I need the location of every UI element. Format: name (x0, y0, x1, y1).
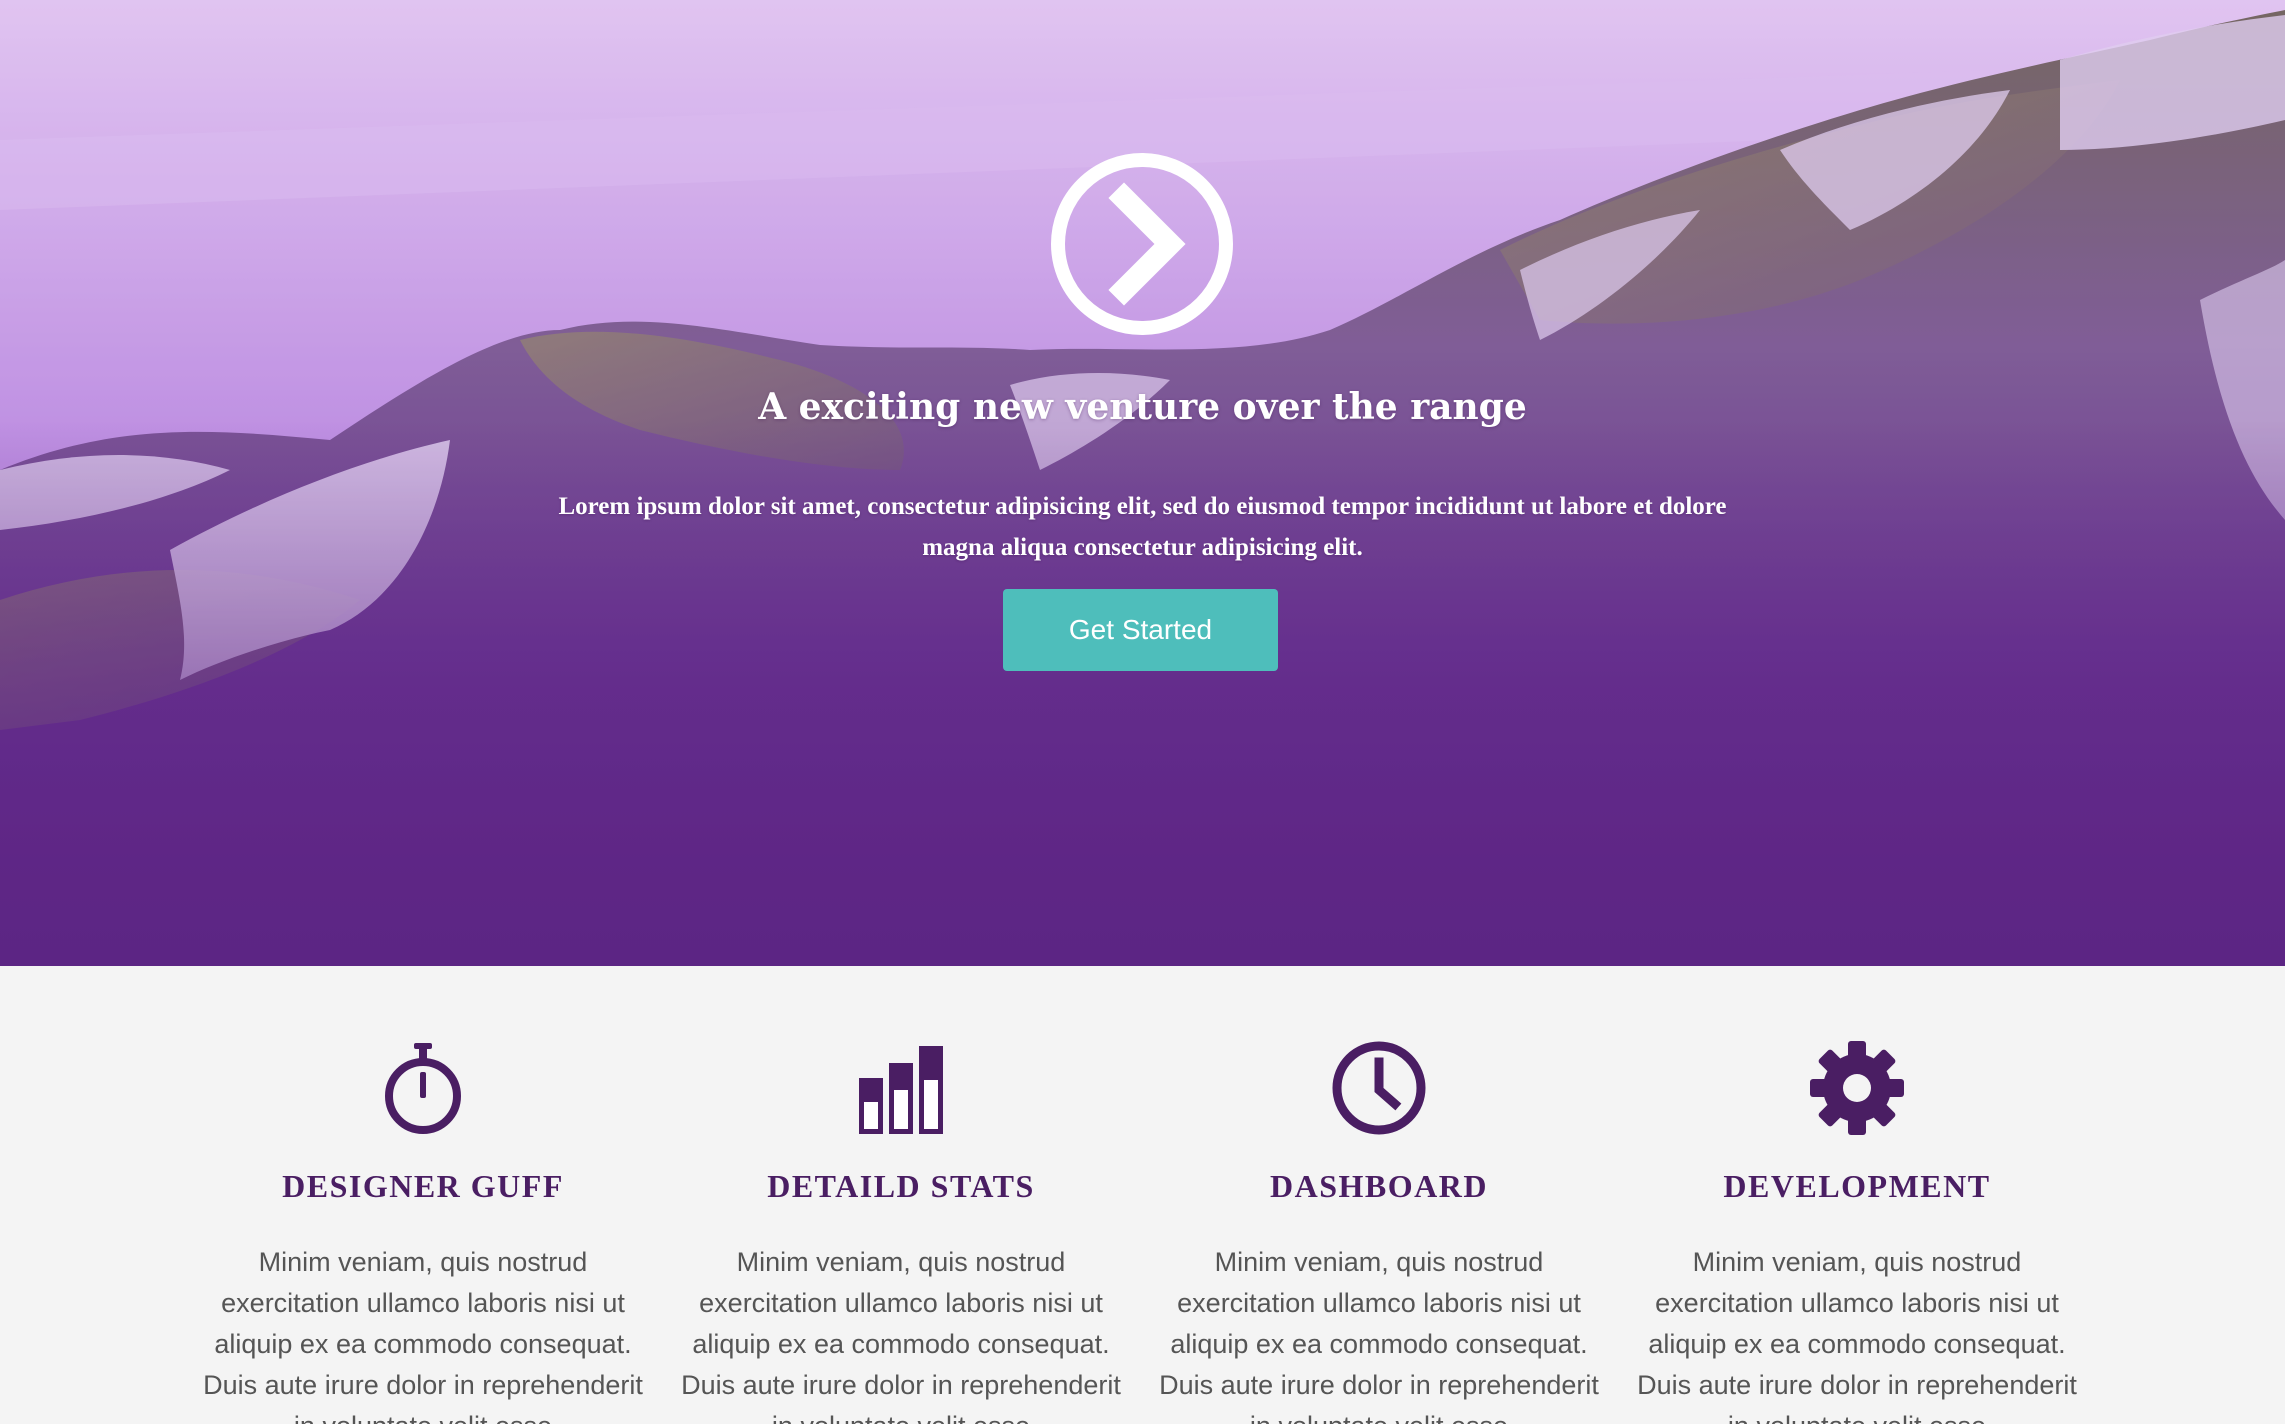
feature-description: Minim veniam, quis nostrud exercitation … (1159, 1247, 1599, 1424)
feature-description: Minim veniam, quis nostrud exercitation … (1637, 1247, 2077, 1424)
hero-description: Lorem ipsum dolor sit amet, consectetur … (558, 493, 1727, 561)
feature-development: DEVELOPMENT Minim veniam, quis nostrud e… (1618, 966, 2096, 1424)
clock-icon (1332, 1041, 1426, 1135)
gear-icon (1810, 1041, 1904, 1135)
feature-title: DESIGNER GUFF (282, 1168, 564, 1204)
features-section: DESIGNER GUFF Minim veniam, quis nostrud… (0, 966, 2285, 1424)
feature-dashboard: DASHBOARD Minim veniam, quis nostrud exe… (1140, 966, 1618, 1424)
get-started-button[interactable]: Get Started (1003, 589, 1278, 671)
hero-content: A exciting new venture over the range Lo… (0, 0, 2285, 966)
hero-section: A exciting new venture over the range Lo… (0, 0, 2285, 966)
bar-chart-icon (859, 1046, 943, 1134)
feature-designer-guff: DESIGNER GUFF Minim veniam, quis nostrud… (184, 966, 662, 1424)
feature-description: Minim veniam, quis nostrud exercitation … (681, 1247, 1121, 1424)
feature-title: DEVELOPMENT (1723, 1168, 1991, 1204)
landing-page: A exciting new venture over the range Lo… (0, 0, 2285, 1424)
hero-title: A exciting new venture over the range (758, 386, 1527, 428)
feature-detaild-stats: DETAILD STATS Minim veniam, quis nostrud… (662, 966, 1140, 1424)
feature-title: DASHBOARD (1270, 1168, 1488, 1204)
feature-description: Minim veniam, quis nostrud exercitation … (203, 1247, 643, 1424)
feature-title: DETAILD STATS (767, 1168, 1035, 1204)
stopwatch-icon (385, 1043, 461, 1134)
chevron-right-circle-icon[interactable] (1046, 148, 1238, 340)
